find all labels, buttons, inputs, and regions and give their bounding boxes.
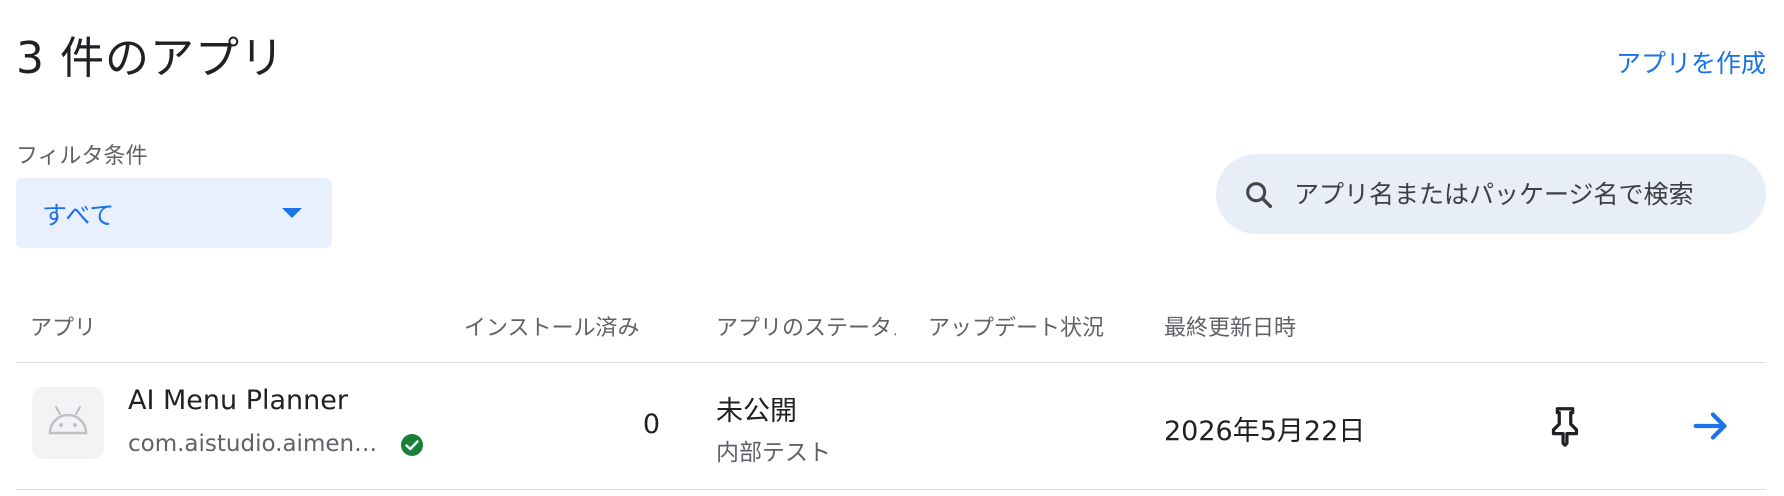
check-circle-icon [401, 434, 423, 456]
open-app-button[interactable] [1688, 403, 1734, 449]
caret-down-icon [282, 208, 302, 218]
search-icon [1246, 182, 1273, 209]
column-header-installs[interactable]: インストール済み [464, 310, 660, 342]
create-app-link[interactable]: アプリを作成 [1616, 44, 1766, 80]
last-updated-value: 2026年5月22日 [1164, 416, 1366, 447]
pin-icon [1551, 407, 1579, 447]
installs-value: 0 [642, 409, 660, 440]
app-name[interactable]: AI Menu Planner [128, 385, 348, 416]
app-icon [32, 387, 104, 459]
pin-button[interactable] [1542, 403, 1588, 449]
app-status: 未公開 [716, 396, 797, 427]
filter-selected-value: すべて [42, 201, 115, 230]
column-header-update-status[interactable]: アップデート状況 [928, 310, 1104, 342]
table-row[interactable]: AI Menu Planner com.aistudio.aimenu... 0… [16, 363, 1766, 490]
app-package: com.aistudio.aimenu... [128, 431, 382, 457]
filter-dropdown[interactable]: すべて [16, 178, 332, 248]
android-icon [48, 405, 88, 435]
page-title: 3 件のアプリ [16, 33, 285, 84]
apps-table: アプリ インストール済み アプリのステータス アップデート状況 最終更新日時 A… [16, 290, 1766, 490]
column-header-status[interactable]: アプリのステータス [716, 310, 896, 342]
filter-label: フィルタ条件 [16, 144, 148, 169]
search-box[interactable] [1216, 154, 1766, 234]
app-status-detail: 内部テスト [716, 440, 831, 466]
search-input[interactable] [1290, 154, 1766, 234]
arrow-right-icon [1693, 412, 1727, 440]
column-header-app[interactable]: アプリ [30, 310, 96, 342]
column-header-last-updated[interactable]: 最終更新日時 [1164, 310, 1296, 342]
table-header: アプリ インストール済み アプリのステータス アップデート状況 最終更新日時 [16, 290, 1766, 363]
